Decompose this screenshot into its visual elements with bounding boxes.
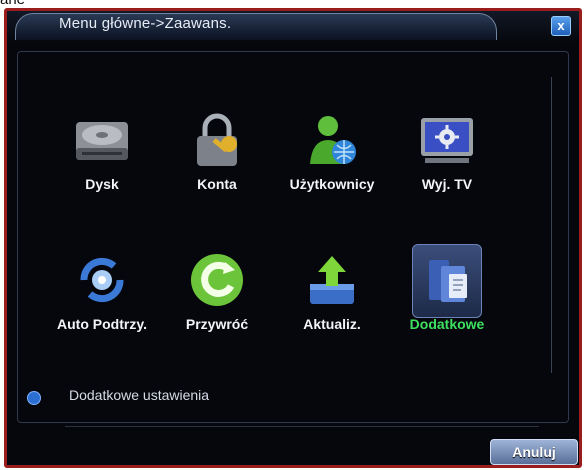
info-icon [27, 391, 41, 405]
menu-item-label: Przywróć [185, 316, 249, 332]
close-button[interactable]: x [551, 16, 571, 36]
menu-item-users[interactable]: Użytkownicy [272, 108, 392, 218]
menu-item-upgrade[interactable]: Aktualiz. [272, 248, 392, 358]
menu-item-label: Dysk [85, 176, 119, 192]
menu-item-accounts[interactable]: Konta [157, 108, 277, 218]
info-text: Dodatkowe ustawienia [69, 387, 210, 403]
additional-settings-icon [429, 260, 467, 302]
panel-divider-vertical [551, 77, 552, 373]
menu-item-label: Wyj. TV [421, 176, 473, 192]
users-globe-icon [310, 116, 356, 164]
menu-item-auto-maintain[interactable]: Auto Podtrzy. [42, 248, 162, 358]
menu-item-label: Auto Podtrzy. [57, 316, 147, 332]
menu-item-tv-output[interactable]: Wyj. TV [387, 108, 507, 218]
auto-maintain-icon [80, 257, 124, 303]
menu-item-label: Użytkownicy [289, 176, 375, 192]
menu-item-label: Aktualiz. [303, 316, 361, 332]
upgrade-icon [310, 256, 354, 304]
tv-gear-icon [421, 118, 473, 163]
title-bar: Menu główne->Zaawans. x [7, 11, 579, 43]
menu-item-restore[interactable]: Przywróć [157, 248, 277, 358]
menu-item-additional[interactable]: Dodatkowe [387, 244, 507, 358]
hard-disk-icon [76, 122, 128, 160]
window-title: Menu główne->Zaawans. [59, 15, 232, 32]
menu-panel [17, 51, 569, 423]
lock-key-icon [197, 113, 237, 166]
restore-icon [191, 254, 243, 306]
cancel-button[interactable]: Anuluj [490, 439, 578, 465]
menu-item-label: Dodatkowe [409, 316, 485, 332]
menu-item-disk[interactable]: Dysk [42, 108, 162, 218]
panel-divider-horizontal [65, 426, 539, 427]
advanced-menu-window: Menu główne->Zaawans. x Dysk Konta Użytk… [4, 8, 582, 468]
menu-item-label: Konta [197, 176, 237, 192]
